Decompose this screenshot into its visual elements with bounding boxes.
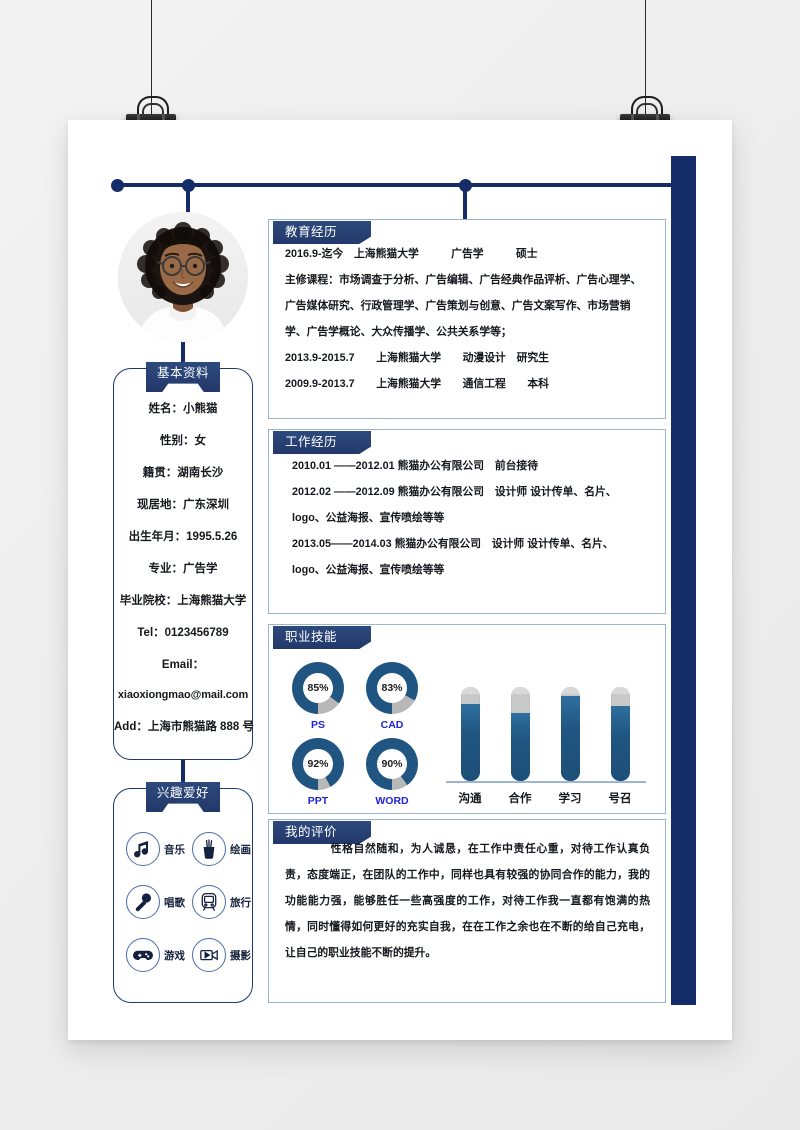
hobby-item-photography[interactable]: 摄影 — [192, 938, 251, 972]
basic-info-box: 姓名：小熊猫 性别：女 籍贯：湖南长沙 现居地：广东深圳 出生年月：1995.5… — [113, 368, 254, 760]
bar-label-learning: 学习 — [558, 793, 582, 805]
info-email-label: Email： — [161, 659, 205, 671]
skill-donut-label-word: WORD — [375, 795, 409, 807]
skill-donut-label-ps: PS — [310, 719, 325, 731]
bar-chart-baseline — [446, 781, 646, 783]
microphone-icon — [126, 885, 160, 919]
bar-fill — [561, 696, 580, 781]
skill-donut-label-cad: CAD — [380, 719, 404, 731]
train-icon — [192, 885, 226, 919]
info-tel: Tel：0123456789 — [137, 627, 229, 639]
avatar — [118, 212, 248, 342]
education-line-1: 2016.9-迄今 上海熊猫大学 广告学 硕士 — [285, 248, 538, 260]
video-camera-icon — [192, 938, 226, 972]
timeline-drop-photo — [186, 186, 190, 214]
skill-bar-cooperation — [511, 687, 530, 781]
paint-brush-cup-icon — [192, 832, 226, 866]
bar-cap-icon — [561, 687, 580, 694]
hobby-label: 摄影 — [230, 949, 251, 962]
evaluation-text: 性格自然随和，为人诚恳，在工作中责任心重，对待工作认真负责，态度端正，在团队的工… — [285, 843, 650, 959]
hobby-label: 游戏 — [164, 949, 185, 962]
hobby-label: 音乐 — [164, 843, 185, 856]
hobby-item-music[interactable]: 音乐 — [126, 832, 185, 866]
hobby-label: 唱歌 — [164, 896, 185, 909]
bar-fill — [611, 705, 630, 781]
info-residence: 现居地：广东深圳 — [137, 499, 229, 511]
work-line-1: 2010.01 ——2012.01 熊猫办公有限公司 前台接待 — [292, 460, 539, 472]
skill-donut-label-ppt: PPT — [307, 795, 329, 807]
bar-fill — [461, 703, 480, 781]
info-birthdate: 出生年月：1995.5.26 — [128, 531, 238, 543]
hobby-item-painting[interactable]: 绘画 — [192, 832, 251, 866]
bar-label-cooperation: 合作 — [508, 793, 532, 805]
skill-bar-leadership — [611, 687, 630, 781]
bar-cap-icon — [511, 687, 530, 694]
skill-donut-ppt: 92% — [292, 738, 344, 790]
education-line-2: 主修课程：市场调查于分析、广告编辑、广告经典作品评析、广告心理学、广告媒体研究、… — [285, 274, 642, 338]
skill-donut-ps: 85% — [292, 662, 344, 714]
skill-donut-value: 83% — [377, 673, 407, 703]
timeline-rail — [117, 183, 674, 187]
screenshot-canvas: 姓名：小熊猫 性别：女 籍贯：湖南长沙 现居地：广东深圳 出生年月：1995.5… — [0, 0, 800, 1130]
gamepad-icon — [126, 938, 160, 972]
skill-donut-value: 90% — [377, 749, 407, 779]
navy-accent-bar — [671, 156, 696, 1005]
education-line-4: 2009.9-2013.7 上海熊猫大学 通信工程 本科 — [285, 378, 549, 390]
skill-donut-value: 92% — [303, 749, 333, 779]
info-name: 姓名：小熊猫 — [148, 403, 218, 415]
music-note-icon — [126, 832, 160, 866]
hobby-label: 绘画 — [230, 843, 251, 856]
work-title: 工作经历 — [273, 431, 371, 454]
skills-title: 职业技能 — [273, 626, 371, 649]
timeline-dot-start — [111, 179, 124, 192]
info-address: Add：上海市熊猫路 888 号 — [114, 721, 254, 733]
basic-info-list: 姓名：小熊猫 性别：女 籍贯：湖南长沙 现居地：广东深圳 出生年月：1995.5… — [114, 403, 254, 753]
skill-donut-word: 90% — [366, 738, 418, 790]
skill-donut-value: 85% — [303, 673, 333, 703]
work-line-2: 2012.02 ——2012.09 熊猫办公有限公司 设计师 设计传单、名片、l… — [292, 486, 617, 524]
bar-fill — [511, 713, 530, 781]
hobby-item-games[interactable]: 游戏 — [126, 938, 185, 972]
info-school: 毕业院校：上海熊猫大学 — [119, 595, 247, 607]
skill-bar-learning — [561, 687, 580, 781]
info-email-value: xiaoxiongmao@mail.com — [117, 689, 249, 701]
profile-photo-illustration — [118, 212, 248, 342]
work-line-3: 2013.05——2014.03 熊猫办公有限公司 设计师 设计传单、名片、lo… — [292, 538, 614, 576]
education-line-3: 2013.9-2015.7 上海熊猫大学 动漫设计 研究生 — [285, 352, 549, 364]
hobby-item-singing[interactable]: 唱歌 — [126, 885, 185, 919]
bar-cap-icon — [611, 687, 630, 694]
hobby-item-travel[interactable]: 旅行 — [192, 885, 251, 919]
skill-bar-communication — [461, 687, 480, 781]
info-major: 专业：广告学 — [148, 563, 218, 575]
info-hometown: 籍贯：湖南长沙 — [142, 467, 224, 479]
info-gender: 性别：女 — [160, 435, 206, 447]
hobby-label: 旅行 — [230, 896, 251, 909]
bar-label-leadership: 号召 — [608, 793, 632, 805]
bar-cap-icon — [461, 687, 480, 694]
bar-label-communication: 沟通 — [458, 793, 482, 805]
timeline-drop-content — [463, 186, 467, 219]
skill-donut-cad: 83% — [366, 662, 418, 714]
